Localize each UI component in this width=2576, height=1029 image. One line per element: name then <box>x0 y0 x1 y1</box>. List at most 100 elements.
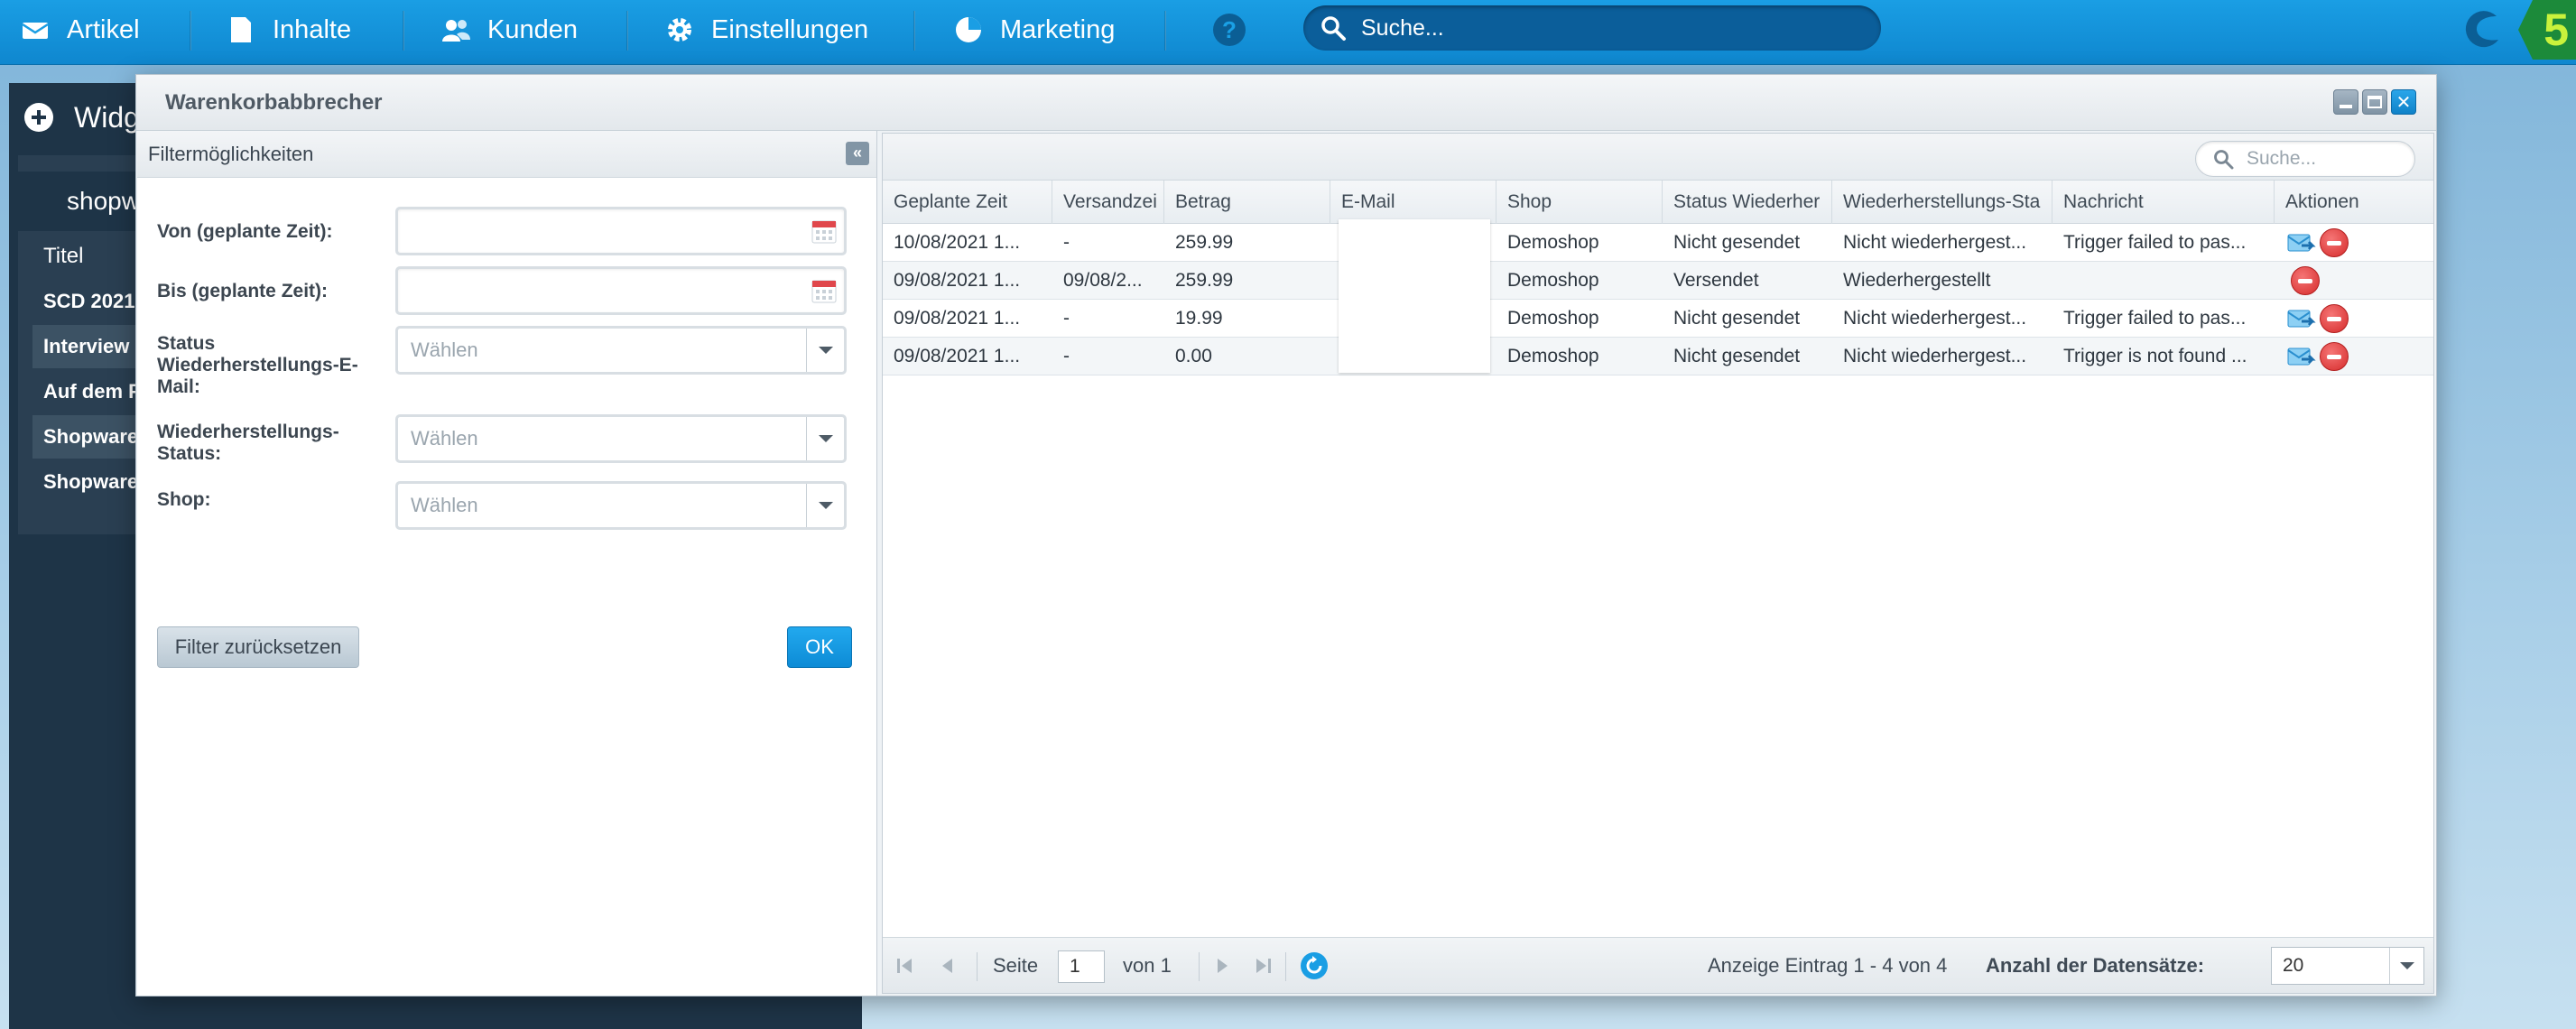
cell-shop: Demoshop <box>1507 308 1599 329</box>
search-icon <box>1321 16 1346 41</box>
first-page-icon[interactable] <box>894 955 915 977</box>
refresh-icon[interactable] <box>1300 951 1329 980</box>
grid-search-placeholder: Suche... <box>2247 148 2317 169</box>
cell-amount: 0.00 <box>1175 346 1212 366</box>
delete-icon[interactable] <box>2320 228 2349 257</box>
dropdown-trigger[interactable] <box>806 417 844 460</box>
page-number-input[interactable]: 1 <box>1058 950 1105 983</box>
nav-separator <box>403 11 404 51</box>
shop-select[interactable]: Wählen <box>395 481 847 530</box>
from-date-input[interactable] <box>395 207 847 255</box>
abandoned-cart-window: Warenkorbabbrecher Filtermöglichkeiten «… <box>135 74 2437 997</box>
table-row[interactable]: 10/08/2021 1... - 259.99 Demoshop Nicht … <box>883 224 2433 262</box>
to-date-input[interactable] <box>395 266 847 315</box>
email-status-label: Status Wiederherstellungs-E-Mail: <box>157 333 358 397</box>
calendar-icon[interactable] <box>810 276 839 305</box>
nav-separator <box>913 11 915 51</box>
shopware-logo-icon[interactable] <box>2457 4 2507 54</box>
next-page-icon[interactable] <box>1211 955 1233 977</box>
dropdown-trigger[interactable] <box>806 329 844 372</box>
cell-restore-status: Wiederhergestellt <box>1843 270 1991 291</box>
chevron-down-icon <box>818 435 833 442</box>
delete-icon[interactable] <box>2320 304 2349 333</box>
calendar-icon[interactable] <box>810 217 839 246</box>
global-search-placeholder: Suche... <box>1361 14 1444 41</box>
minimize-button[interactable] <box>2333 89 2358 115</box>
add-widget-icon[interactable] <box>23 102 54 133</box>
nav-artikel-label: Artikel <box>67 14 140 44</box>
nav-marketing-label: Marketing <box>1000 14 1116 44</box>
restore-status-label: Wiederherstellungs-Status: <box>157 422 339 464</box>
dashboard-widget-tab[interactable]: shopw <box>51 172 140 231</box>
nav-einstellungen[interactable]: Einstellungen <box>664 0 868 60</box>
ok-button[interactable]: OK <box>787 626 852 668</box>
restore-status-select[interactable]: Wählen <box>395 414 847 463</box>
cell-send-time: - <box>1063 346 1070 366</box>
column-header-message[interactable]: Nachricht <box>2052 181 2275 224</box>
dropdown-trigger[interactable] <box>806 484 844 527</box>
cell-email-status: Versendet <box>1673 270 1759 291</box>
maximize-button[interactable] <box>2362 89 2387 115</box>
cell-shop: Demoshop <box>1507 232 1599 253</box>
previous-page-icon[interactable] <box>937 955 959 977</box>
delete-icon[interactable] <box>2320 342 2349 371</box>
nav-inhalte[interactable]: Inhalte <box>226 0 351 60</box>
cell-amount: 259.99 <box>1175 232 1234 253</box>
email-redaction <box>1339 219 1490 373</box>
last-page-icon[interactable] <box>1253 955 1274 977</box>
cell-amount: 19.99 <box>1175 308 1223 329</box>
cell-restore-status: Nicht wiederhergest... <box>1843 346 2027 366</box>
send-mail-icon[interactable] <box>2285 227 2316 258</box>
cell-send-time: - <box>1063 308 1070 329</box>
close-button[interactable] <box>2391 89 2416 115</box>
dropdown-trigger[interactable] <box>2389 948 2423 984</box>
shop-placeholder: Wählen <box>411 494 478 516</box>
filter-panel-title: Filtermöglichkeiten <box>148 142 314 165</box>
nav-artikel[interactable]: Artikel <box>20 0 140 60</box>
table-row[interactable]: 09/08/2021 1... 09/08/2... 259.99 Demosh… <box>883 262 2433 300</box>
window-title: Warenkorbabbrecher <box>165 89 383 115</box>
column-header-send-time[interactable]: Versandzei <box>1052 181 1164 224</box>
column-header-shop[interactable]: Shop <box>1496 181 1663 224</box>
grid-toolbar: Suche... <box>883 134 2433 181</box>
restore-status-placeholder: Wählen <box>411 427 478 450</box>
table-row[interactable]: 09/08/2021 1... - 0.00 Demoshop Nicht ge… <box>883 338 2433 375</box>
send-mail-icon[interactable] <box>2285 303 2316 334</box>
send-mail-icon[interactable] <box>2285 341 2316 372</box>
cell-planned-time: 09/08/2021 1... <box>894 270 1021 291</box>
window-titlebar[interactable]: Warenkorbabbrecher <box>136 75 2436 131</box>
cell-message: Trigger failed to pas... <box>2063 308 2247 329</box>
nav-separator <box>190 11 191 51</box>
chevron-down-icon <box>818 347 833 354</box>
nav-kunden[interactable]: Kunden <box>440 0 578 60</box>
chevron-down-icon <box>818 502 833 509</box>
delete-icon[interactable] <box>2291 266 2320 295</box>
column-header-amount[interactable]: Betrag <box>1164 181 1330 224</box>
grid-search-input[interactable]: Suche... <box>2195 141 2415 177</box>
pager-separator <box>977 952 978 981</box>
column-header-email[interactable]: E-Mail <box>1330 181 1496 224</box>
top-navigation-bar: Artikel Inhalte Kunden Einstellungen Mar… <box>0 0 2576 65</box>
records-per-page-select[interactable]: 20 <box>2271 947 2424 985</box>
help-icon[interactable]: ? <box>1213 14 1246 46</box>
table-row[interactable]: 09/08/2021 1... - 19.99 Demoshop Nicht g… <box>883 300 2433 338</box>
records-per-page-value: 20 <box>2283 955 2304 976</box>
column-header-planned-time[interactable]: Geplante Zeit <box>883 181 1052 224</box>
nav-einstellungen-label: Einstellungen <box>711 14 869 44</box>
column-header-email-status[interactable]: Status Wiederher <box>1663 181 1832 224</box>
cell-shop: Demoshop <box>1507 270 1599 291</box>
cell-email-status: Nicht gesendet <box>1673 232 1801 253</box>
pie-chart-icon <box>956 17 981 42</box>
pager-separator <box>1285 952 1286 981</box>
pager-separator <box>1199 952 1200 981</box>
nav-marketing[interactable]: Marketing <box>953 0 1115 60</box>
filter-panel-header: Filtermöglichkeiten « <box>137 131 876 178</box>
column-header-restore-status[interactable]: Wiederherstellungs-Sta <box>1832 181 2052 224</box>
page-label: Seite <box>993 954 1039 977</box>
cell-message <box>2052 262 2275 300</box>
global-search-input[interactable]: Suche... <box>1303 5 1881 51</box>
reset-filter-button[interactable]: Filter zurücksetzen <box>157 626 359 668</box>
column-header-actions: Aktionen <box>2285 191 2359 212</box>
collapse-icon[interactable]: « <box>846 142 869 165</box>
email-status-select[interactable]: Wählen <box>395 326 847 375</box>
